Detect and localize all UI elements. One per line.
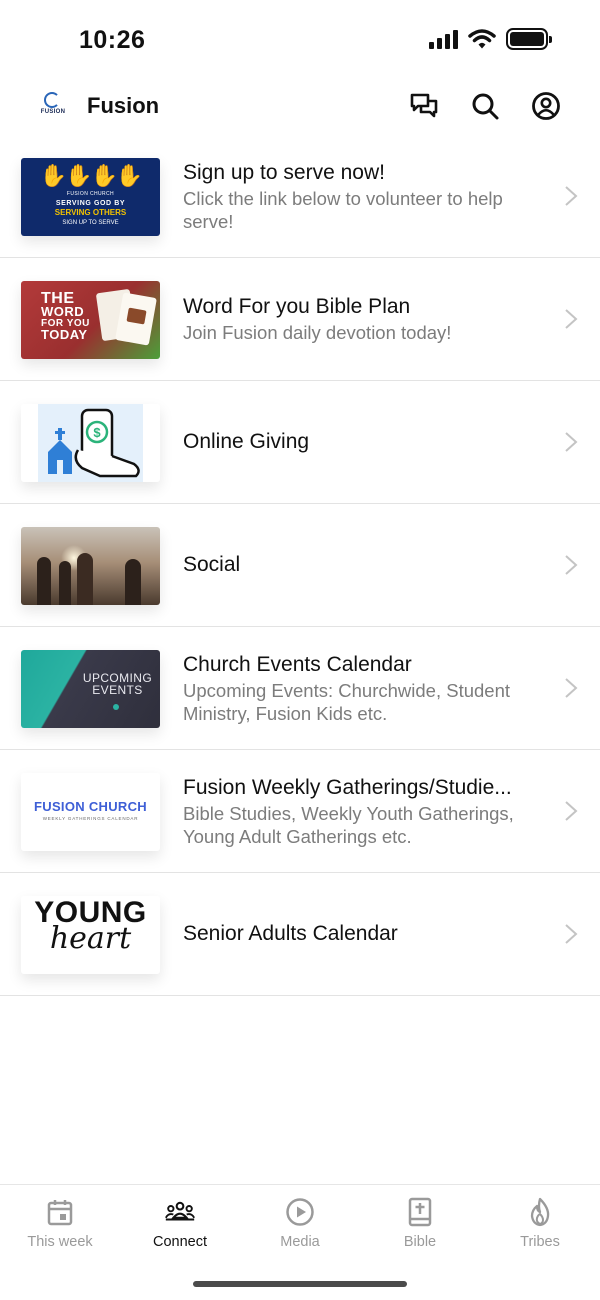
bible-icon xyxy=(408,1197,432,1227)
thumb-caption: SERVING OTHERS xyxy=(54,208,127,217)
list-item-title: Social xyxy=(183,553,241,576)
calendar-icon xyxy=(47,1200,73,1226)
list-item-events-calendar[interactable]: UPCOMING EVENTS Church Events Calendar U… xyxy=(0,627,600,750)
weekly-gatherings-thumbnail: FUSION CHURCH WEEKLY GATHERINGS CALENDAR xyxy=(21,773,160,851)
list-item-title: Church Events Calendar xyxy=(183,652,412,676)
chevron-right-icon xyxy=(565,801,578,821)
list-item-title: Sign up to serve now! xyxy=(183,160,385,184)
list-item-title: Online Giving xyxy=(183,430,310,453)
giving-thumbnail: $ xyxy=(21,404,160,482)
chevron-right-icon xyxy=(565,678,578,698)
app-header: FUSION Fusion xyxy=(0,82,600,132)
chevron-right-icon xyxy=(565,309,578,329)
tab-label: Bible xyxy=(403,1234,437,1250)
chevron-right-icon xyxy=(565,186,578,206)
tab-bible[interactable]: Bible xyxy=(360,1197,480,1250)
tab-connect[interactable]: Connect xyxy=(120,1197,240,1250)
list-item-senior-adults[interactable]: YOUNG heart Senior Adults Calendar xyxy=(0,873,600,996)
wifi-icon xyxy=(468,29,496,49)
events-thumbnail: UPCOMING EVENTS xyxy=(21,650,160,728)
tab-label: Media xyxy=(280,1234,320,1250)
list-item-title: Word For you Bible Plan xyxy=(183,295,411,318)
tab-media[interactable]: Media xyxy=(240,1197,360,1250)
page-title: Fusion xyxy=(87,93,160,118)
list-item-title: Senior Adults Calendar xyxy=(183,922,398,945)
profile-icon xyxy=(532,92,560,120)
tab-label: Connect xyxy=(152,1234,207,1250)
young-at-heart-thumbnail: YOUNG heart xyxy=(21,896,160,974)
search-button[interactable] xyxy=(467,88,503,124)
list-item-subtitle: Click the link below to volunteer to hel… xyxy=(183,187,503,232)
list-item-bible-plan[interactable]: THE WORD FOR YOU TODAY Word For you Bibl… xyxy=(0,258,600,381)
thumb-caption: SIGN UP TO SERVE xyxy=(62,220,119,226)
status-icons xyxy=(429,28,552,50)
thumb-caption: WEEKLY GATHERINGS CALENDAR xyxy=(42,816,139,821)
messages-button[interactable] xyxy=(406,88,442,124)
raised-hands-icon: ✋✋✋✋ xyxy=(39,163,144,188)
chevron-right-icon xyxy=(565,555,578,575)
flame-icon xyxy=(530,1197,550,1227)
list-item-subtitle: Upcoming Events: Churchwide, Student Min… xyxy=(183,679,511,724)
home-indicator[interactable] xyxy=(193,1281,407,1287)
list-item-social[interactable]: Social xyxy=(0,504,600,627)
people-icon xyxy=(165,1201,195,1221)
tab-label: This week xyxy=(27,1234,93,1250)
status-bar: 10:26 xyxy=(0,0,600,82)
profile-button[interactable] xyxy=(528,88,564,124)
list-item-subtitle: Join Fusion daily devotion today! xyxy=(183,322,452,343)
fusion-logo: FUSION xyxy=(38,92,68,120)
tab-this-week[interactable]: This week xyxy=(0,1197,120,1250)
search-icon xyxy=(472,93,499,120)
screen: 10:26 FUSION Fusion ✋✋✋✋ FUSION CHURCH S… xyxy=(0,0,600,1300)
battery-icon xyxy=(506,28,552,50)
chevron-right-icon xyxy=(565,432,578,452)
list-item-subtitle: Bible Studies, Weekly Youth Gatherings, … xyxy=(183,802,514,847)
bible-plan-thumbnail: THE WORD FOR YOU TODAY xyxy=(21,281,160,359)
list-item-title: Fusion Weekly Gatherings/Studie... xyxy=(183,775,512,799)
list-item-serve[interactable]: ✋✋✋✋ FUSION CHURCH SERVING GOD BY SERVIN… xyxy=(0,135,600,258)
connect-list: ✋✋✋✋ FUSION CHURCH SERVING GOD BY SERVIN… xyxy=(0,135,600,996)
thumb-caption: FUSION CHURCH xyxy=(66,191,115,197)
thumb-caption: THE WORD FOR YOU TODAY xyxy=(41,290,90,342)
chat-icon xyxy=(410,93,438,118)
list-item-online-giving[interactable]: $ Online Giving xyxy=(0,381,600,504)
tab-tribes[interactable]: Tribes xyxy=(480,1197,600,1250)
card-graphic xyxy=(115,292,157,346)
social-thumbnail xyxy=(21,527,160,605)
play-icon xyxy=(286,1198,314,1226)
cellular-signal-icon xyxy=(429,29,458,49)
svg-text:$: $ xyxy=(93,425,101,440)
thumb-caption: SERVING GOD BY xyxy=(55,200,126,207)
tab-label: Tribes xyxy=(520,1234,560,1250)
chevron-right-icon xyxy=(565,924,578,944)
church-phone-icon: $ xyxy=(48,408,140,478)
status-time: 10:26 xyxy=(79,26,146,54)
thumb-caption: UPCOMING EVENTS xyxy=(82,671,153,697)
thumb-caption: FUSION CHURCH xyxy=(34,799,147,814)
list-item-weekly-gatherings[interactable]: FUSION CHURCH WEEKLY GATHERINGS CALENDAR… xyxy=(0,750,600,873)
serve-thumbnail: ✋✋✋✋ FUSION CHURCH SERVING GOD BY SERVIN… xyxy=(21,158,160,236)
